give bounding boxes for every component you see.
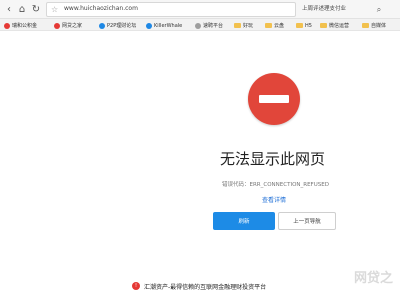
home-icon[interactable]: ⌂ xyxy=(16,3,28,15)
browser-toolbar: ‹ ⌂ ↻ ☆ www.huichaozichan.com 上周评述理支付业 ⌕ xyxy=(0,0,400,19)
bookmark-folder[interactable]: 微信运营 xyxy=(320,21,349,30)
back-tab[interactable]: 上周评述理支付业 xyxy=(296,2,358,17)
bookmark-item[interactable]: KillerWhale xyxy=(146,21,182,30)
address-bar[interactable]: ☆ www.huichaozichan.com xyxy=(46,2,296,17)
folder-icon xyxy=(296,23,303,28)
bookmark-item[interactable]: 速聘平台 xyxy=(195,21,223,30)
bookmark-label: H5 xyxy=(305,22,312,29)
bookmark-label: 瑞和公积金 xyxy=(12,23,38,29)
watermark: 网贷之 xyxy=(354,271,394,286)
banner-text: 汇潮资产-最得信赖的互联网金融理财投资平台 xyxy=(144,283,267,291)
bookmark-icon xyxy=(4,22,10,29)
bookmark-item[interactable]: P2P理财论坛 xyxy=(99,21,136,30)
bookmark-label: KillerWhale xyxy=(154,22,183,29)
bookmark-label: 云盘 xyxy=(274,23,285,29)
error-code: 错误代码：ERR_CONNECTION_REFUSED xyxy=(222,182,329,188)
bookmark-label: 网贷之家 xyxy=(62,23,83,29)
folder-icon xyxy=(234,23,241,28)
alert-icon: ! xyxy=(132,282,140,290)
search-icon[interactable]: ⌕ xyxy=(358,2,400,17)
chevron-left-icon[interactable]: ‹ xyxy=(3,3,15,15)
bookmarks-bar: 瑞和公积金 网贷之家 P2P理财论坛 KillerWhale 速聘平台 好玩 云… xyxy=(0,19,400,31)
back-button[interactable]: 上一页导航 xyxy=(278,212,336,230)
star-icon[interactable]: ☆ xyxy=(51,5,58,15)
folder-icon xyxy=(265,23,272,28)
error-title: 无法显示此网页 xyxy=(220,150,326,168)
error-stop-icon xyxy=(248,73,300,125)
bookmark-label: P2P理财论坛 xyxy=(107,23,137,29)
bookmark-folder[interactable]: 云盘 xyxy=(265,21,284,30)
bookmark-item[interactable]: 网贷之家 xyxy=(54,21,82,30)
bookmark-icon xyxy=(54,22,60,29)
bookmark-label: 自媒体 xyxy=(371,23,387,29)
refresh-icon[interactable]: ↻ xyxy=(30,3,42,15)
bookmark-folder[interactable]: 自媒体 xyxy=(362,21,386,30)
bookmark-label: 微信运营 xyxy=(329,23,350,29)
bookmark-label: 好玩 xyxy=(243,23,254,29)
bookmark-label: 速聘平台 xyxy=(203,23,224,29)
bookmark-icon xyxy=(146,22,152,29)
bookmark-item[interactable]: 瑞和公积金 xyxy=(4,21,37,30)
refresh-button[interactable]: 刷新 xyxy=(213,212,275,230)
details-link[interactable]: 查看详情 xyxy=(262,195,286,204)
bookmark-folder[interactable]: H5 xyxy=(296,21,312,30)
address-url: www.huichaozichan.com xyxy=(64,5,138,12)
bookmark-folder[interactable]: 好玩 xyxy=(234,21,253,30)
bookmark-icon xyxy=(195,22,201,29)
folder-icon xyxy=(320,23,327,28)
bookmark-icon xyxy=(99,22,105,29)
folder-icon xyxy=(362,23,369,28)
